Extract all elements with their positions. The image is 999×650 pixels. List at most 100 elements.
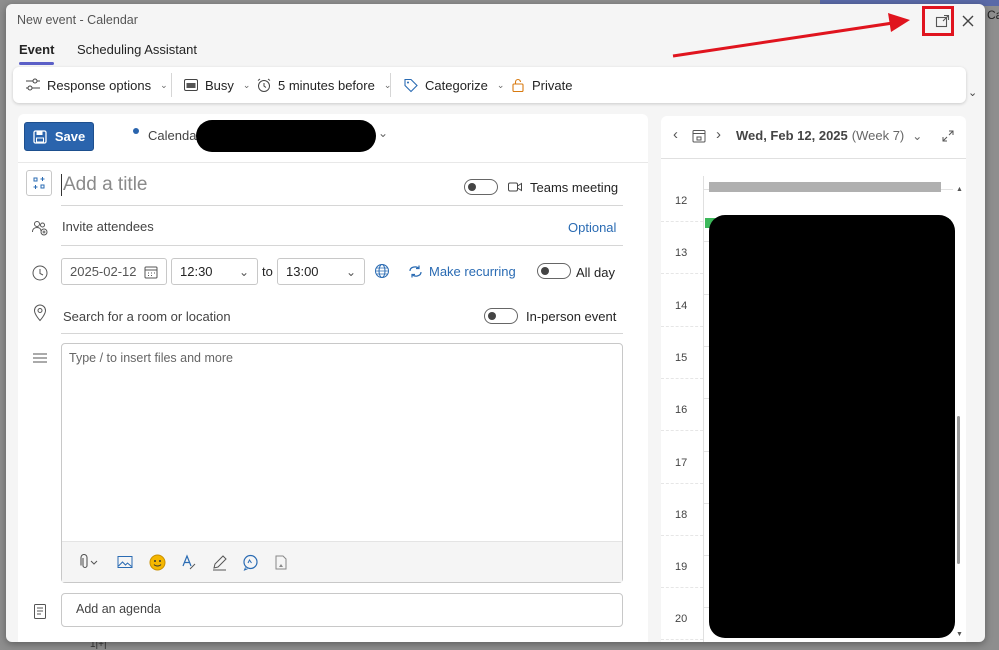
agenda-input[interactable]: Add an agenda <box>61 593 623 627</box>
calendar-selector[interactable]: Calendar <box>148 122 201 149</box>
half-hour-line <box>661 378 703 380</box>
response-options-button[interactable]: Response options ⌄ <box>25 67 168 103</box>
title-cursor <box>61 174 62 196</box>
date-picker-button[interactable]: Wed, Feb 12, 2025 (Week 7) ⌄ <box>736 128 922 143</box>
location-input[interactable]: Search for a room or location <box>63 309 231 324</box>
hour-label: 18 <box>675 509 688 521</box>
private-button[interactable]: Private <box>510 67 572 103</box>
end-time-dropdown[interactable]: 13:00 ⌄ <box>277 258 365 285</box>
body-editor[interactable]: Type / to insert files and more <box>61 343 623 583</box>
hour-label: 13 <box>675 247 688 259</box>
chat-bubble-icon <box>242 554 258 571</box>
half-hour-line <box>661 430 703 432</box>
categorize-dropdown[interactable]: Categorize ⌄ <box>403 67 504 103</box>
busy-label: Busy <box>205 77 234 93</box>
next-day-button[interactable]: › <box>716 126 721 143</box>
clock-icon <box>30 263 50 283</box>
draw-button[interactable] <box>209 552 229 572</box>
start-date-input[interactable]: 2025-02-12 <box>61 258 167 285</box>
body-placeholder: Type / to insert files and more <box>69 351 233 365</box>
window-title: New event - Calendar <box>17 13 138 27</box>
insert-picture-button[interactable] <box>115 552 135 572</box>
emoji-button[interactable] <box>147 552 167 572</box>
optional-attendees-link[interactable]: Optional <box>568 220 616 235</box>
agenda-placeholder: Add an agenda <box>76 602 161 616</box>
alarm-clock-icon <box>257 78 271 92</box>
make-recurring-label: Make recurring <box>429 264 516 279</box>
calendar-color-dot <box>133 128 139 134</box>
picture-icon <box>117 556 133 568</box>
half-hour-line <box>661 326 703 328</box>
today-calendar-icon[interactable] <box>692 129 706 143</box>
format-text-button[interactable] <box>178 552 198 572</box>
preview-week: (Week 7) <box>851 128 905 143</box>
title-icon-box <box>26 170 52 196</box>
private-label: Private <box>532 77 573 93</box>
half-hour-line <box>661 483 703 485</box>
save-label: Save <box>54 129 86 144</box>
close-icon <box>962 15 974 27</box>
ribbon-collapse-icon[interactable]: ⌄ <box>968 86 977 99</box>
redacted-calendar-name <box>196 120 376 152</box>
teams-meeting-label: Teams meeting <box>530 180 619 195</box>
all-day-toggle[interactable] <box>537 263 571 279</box>
tab-scheduling-assistant[interactable]: Scheduling Assistant <box>77 42 197 57</box>
to-label: to <box>262 264 273 279</box>
sliders-icon <box>26 78 40 91</box>
show-as-dropdown[interactable]: Busy ⌄ <box>183 67 250 103</box>
hour-label: 19 <box>675 561 688 573</box>
start-time-value: 12:30 <box>180 264 213 279</box>
close-button[interactable] <box>957 10 979 32</box>
hour-label: 12 <box>675 195 688 207</box>
new-event-dialog: New event - Calendar Event Scheduling As… <box>6 4 985 642</box>
tab-event[interactable]: Event <box>19 42 55 65</box>
categorize-label: Categorize <box>425 77 488 93</box>
toolbar-divider <box>390 73 391 97</box>
invite-attendees-input[interactable]: Invite attendees <box>62 219 154 234</box>
half-hour-line <box>661 587 703 589</box>
half-hour-line <box>661 221 703 223</box>
calendar-scrollbar[interactable] <box>957 416 960 564</box>
start-time-dropdown[interactable]: 12:30 ⌄ <box>171 258 258 285</box>
in-person-event-toggle[interactable] <box>484 308 518 324</box>
previous-day-button[interactable]: ‹ <box>673 126 678 143</box>
calendar-preview-panel: ‹ › Wed, Feb 12, 2025 (Week 7) ⌄ 12 13 14 1… <box>661 116 966 642</box>
chevron-down-icon: ⌄ <box>345 264 356 279</box>
divider <box>61 333 623 334</box>
hour-label: 20 <box>675 613 688 625</box>
title-input[interactable]: Add a title <box>63 174 148 196</box>
background-snippet: Ca <box>987 8 999 22</box>
pen-icon <box>212 554 227 570</box>
scroll-down-icon[interactable]: ▼ <box>956 631 963 638</box>
save-icon <box>33 129 47 144</box>
reminder-label: 5 minutes before <box>278 77 375 93</box>
scroll-up-icon[interactable]: ▲ <box>956 186 963 193</box>
globe-icon[interactable] <box>374 263 390 279</box>
half-hour-line <box>661 535 703 537</box>
make-recurring-button[interactable]: Make recurring <box>408 264 516 279</box>
popout-annotation-box <box>922 6 954 36</box>
apps-button[interactable] <box>271 552 291 572</box>
redacted-calendar-events <box>709 215 955 638</box>
paperclip-icon <box>80 554 98 569</box>
hour-label: 14 <box>675 300 688 312</box>
end-time-value: 13:00 <box>286 264 319 279</box>
tag-icon <box>404 78 418 93</box>
document-apps-icon <box>275 555 287 569</box>
expand-icon[interactable] <box>942 130 954 142</box>
chevron-down-icon: ⌄ <box>912 128 923 143</box>
time-column-divider <box>703 176 704 642</box>
half-hour-line <box>661 273 703 275</box>
existing-event-block <box>709 182 941 192</box>
reminder-dropdown[interactable]: 5 minutes before ⌄ <box>256 67 391 103</box>
divider <box>61 245 623 246</box>
response-options-label: Response options <box>47 77 152 93</box>
teams-meeting-toggle[interactable] <box>464 179 498 195</box>
chevron-down-icon[interactable]: ⌄ <box>378 126 388 140</box>
attach-button[interactable] <box>74 552 104 572</box>
save-button[interactable]: Save <box>24 122 94 151</box>
calendar-icon <box>144 266 158 278</box>
divider <box>661 158 966 159</box>
loop-button[interactable] <box>240 552 260 572</box>
preview-date: Wed, Feb 12, 2025 <box>736 128 848 143</box>
